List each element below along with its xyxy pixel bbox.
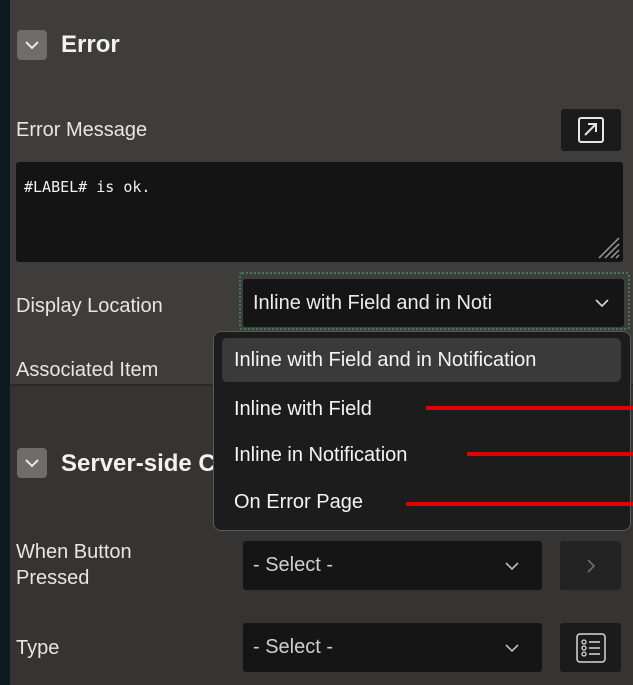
server-side-section-toggle[interactable] [17,448,47,478]
chevron-down-icon [25,459,39,468]
chevron-down-icon [25,41,39,50]
expand-icon [578,117,604,143]
type-value: - Select - [253,636,334,658]
type-label: Type [16,637,60,659]
annotation-line [426,406,633,410]
dropdown-option-inline-field[interactable]: Inline with Field [234,398,372,421]
type-select[interactable]: - Select - [243,623,542,672]
associated-item-label: Associated Item [16,359,159,381]
option-label: On Error Page [234,491,363,513]
error-section-title: Error [61,31,120,58]
when-button-pressed-select[interactable]: - Select - [243,541,542,590]
display-location-select[interactable]: Inline with Field and in Noti [243,279,624,327]
expand-editor-button[interactable] [561,109,621,151]
error-message-text: #LABEL# is ok. [24,178,151,196]
chevron-down-icon [505,561,519,570]
option-label: Inline with Field [234,398,372,420]
display-location-value: Inline with Field and in Noti [253,291,493,314]
error-section: Error Error Message #LABEL# is ok. Displ… [10,0,633,386]
error-message-label: Error Message [16,119,148,141]
annotation-line [467,452,633,456]
dropdown-option-inline-field-notification[interactable]: Inline with Field and in Notification [222,338,621,382]
chevron-down-icon [505,643,519,652]
option-label: Inline in Notification [234,444,408,466]
go-to-button[interactable] [560,541,621,590]
error-message-field[interactable]: #LABEL# is ok. [16,162,623,262]
resize-handle-icon[interactable] [595,234,621,260]
chevron-down-icon [595,299,609,308]
display-location-label: Display Location [16,295,163,317]
when-button-pressed-value: - Select - [253,554,334,576]
annotation-line [406,502,633,506]
display-location-dropdown: Inline with Field and in Notification In… [213,331,631,531]
chevron-right-icon [586,558,595,573]
list-view-button[interactable] [560,623,621,672]
server-side-section-title: Server-side C [61,450,216,477]
dropdown-option-error-page[interactable]: On Error Page [234,491,363,514]
dropdown-option-inline-notification[interactable]: Inline in Notification [234,444,407,467]
option-label: Inline with Field and in Notification [234,348,537,371]
when-button-pressed-label: When Button Pressed [16,541,132,589]
list-icon [575,632,606,663]
error-section-toggle[interactable] [17,30,47,60]
